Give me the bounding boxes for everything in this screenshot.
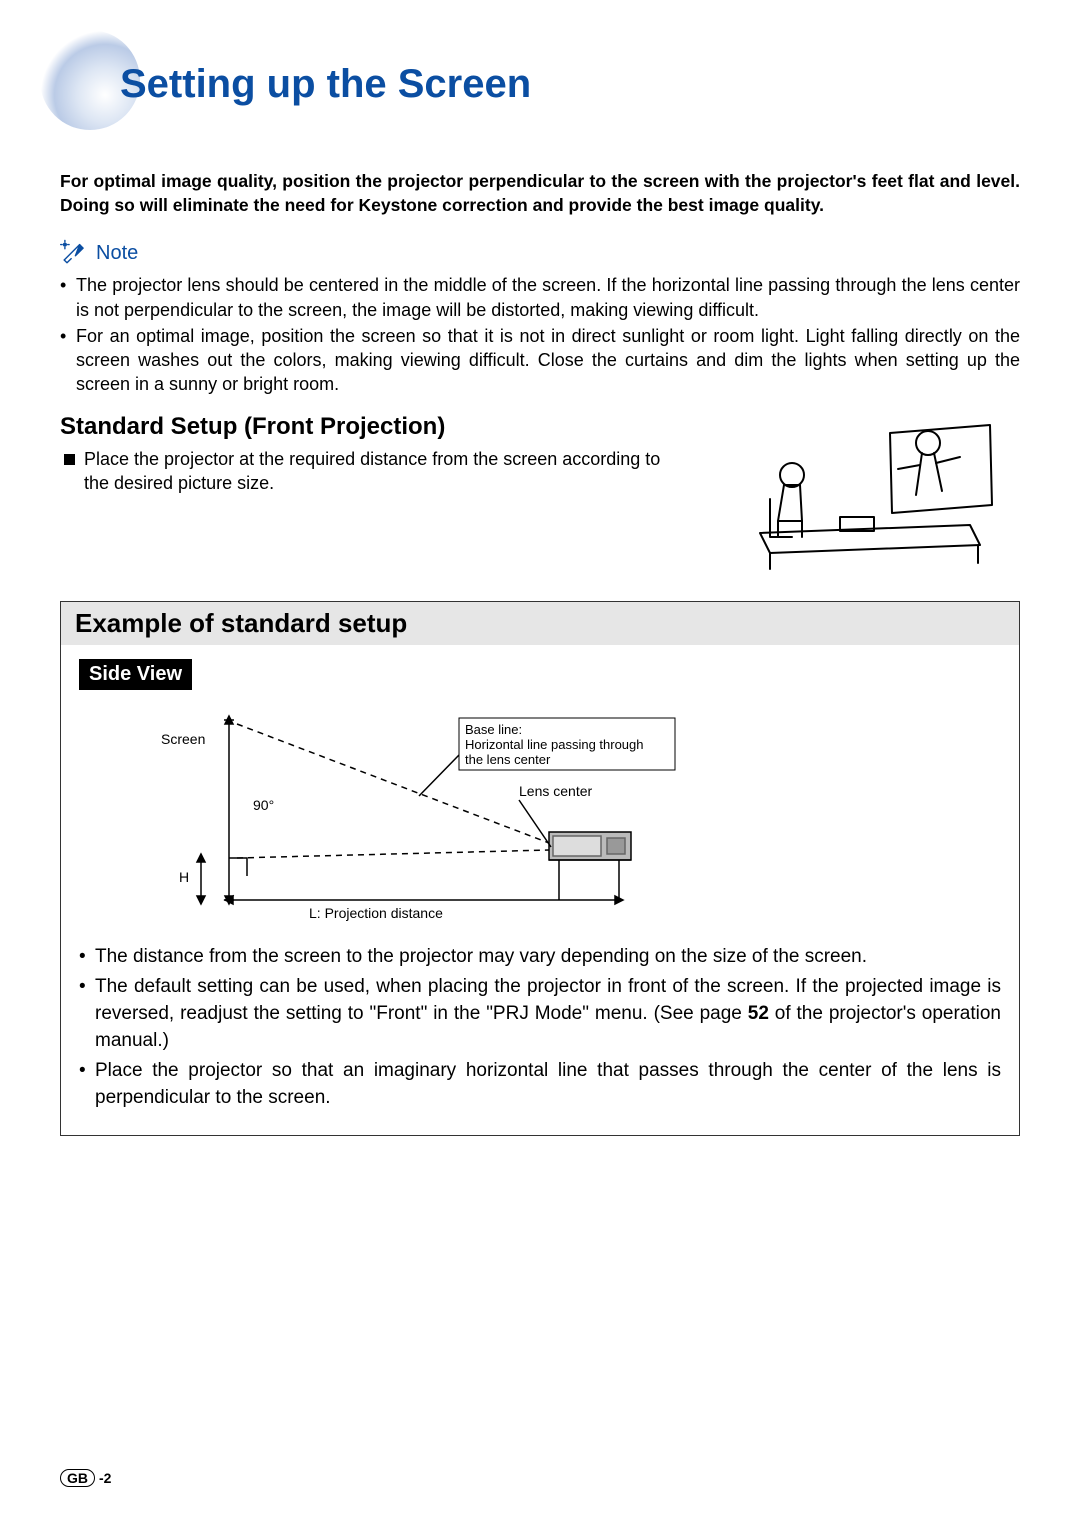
intro-paragraph: For optimal image quality, position the … bbox=[60, 170, 1020, 217]
diagram-angle-label: 90° bbox=[253, 797, 274, 813]
example-box-title: Example of standard setup bbox=[75, 608, 1005, 639]
gb-badge: GB bbox=[60, 1469, 95, 1487]
note-heading: Note bbox=[60, 239, 1020, 267]
note-bullet: The projector lens should be centered in… bbox=[60, 273, 1020, 322]
page-reference: 52 bbox=[748, 1003, 769, 1024]
note-bullet-list: The projector lens should be centered in… bbox=[60, 273, 1020, 396]
standard-setup-list: Place the projector at the required dist… bbox=[60, 447, 690, 496]
diagram-lens-center-label: Lens center bbox=[519, 783, 592, 799]
diagram-screen-label: Screen bbox=[161, 731, 205, 747]
diagram-h-label: H bbox=[179, 869, 189, 885]
example-bullet-list: The distance from the screen to the proj… bbox=[79, 944, 1001, 1112]
diagram-projection-distance-label: L: Projection distance bbox=[309, 905, 443, 921]
page-header: Setting up the Screen bbox=[60, 40, 1020, 140]
side-view-label: Side View bbox=[79, 659, 192, 690]
standard-setup-heading: Standard Setup (Front Projection) bbox=[60, 413, 690, 441]
page-number: -2 bbox=[99, 1470, 111, 1486]
side-view-diagram: Base line: Horizontal line passing throu… bbox=[79, 700, 719, 930]
page-title: Setting up the Screen bbox=[120, 62, 531, 107]
example-box: Example of standard setup Side View bbox=[60, 601, 1020, 1137]
example-bullet: The default setting can be used, when pl… bbox=[79, 974, 1001, 1054]
diagram-baseline-label-1: Base line: bbox=[465, 722, 522, 737]
note-icon bbox=[60, 239, 88, 267]
note-bullet: For an optimal image, position the scree… bbox=[60, 324, 1020, 397]
example-bullet: Place the projector so that an imaginary… bbox=[79, 1058, 1001, 1111]
page-footer: GB -2 bbox=[60, 1469, 111, 1487]
diagram-baseline-label-2: Horizontal line passing through bbox=[465, 737, 644, 752]
standard-setup-bullet: Place the projector at the required dist… bbox=[60, 447, 690, 496]
note-label: Note bbox=[96, 242, 138, 265]
presentation-illustration bbox=[720, 413, 1010, 573]
diagram-baseline-label-3: the lens center bbox=[465, 752, 551, 767]
example-bullet: The distance from the screen to the proj… bbox=[79, 944, 1001, 971]
